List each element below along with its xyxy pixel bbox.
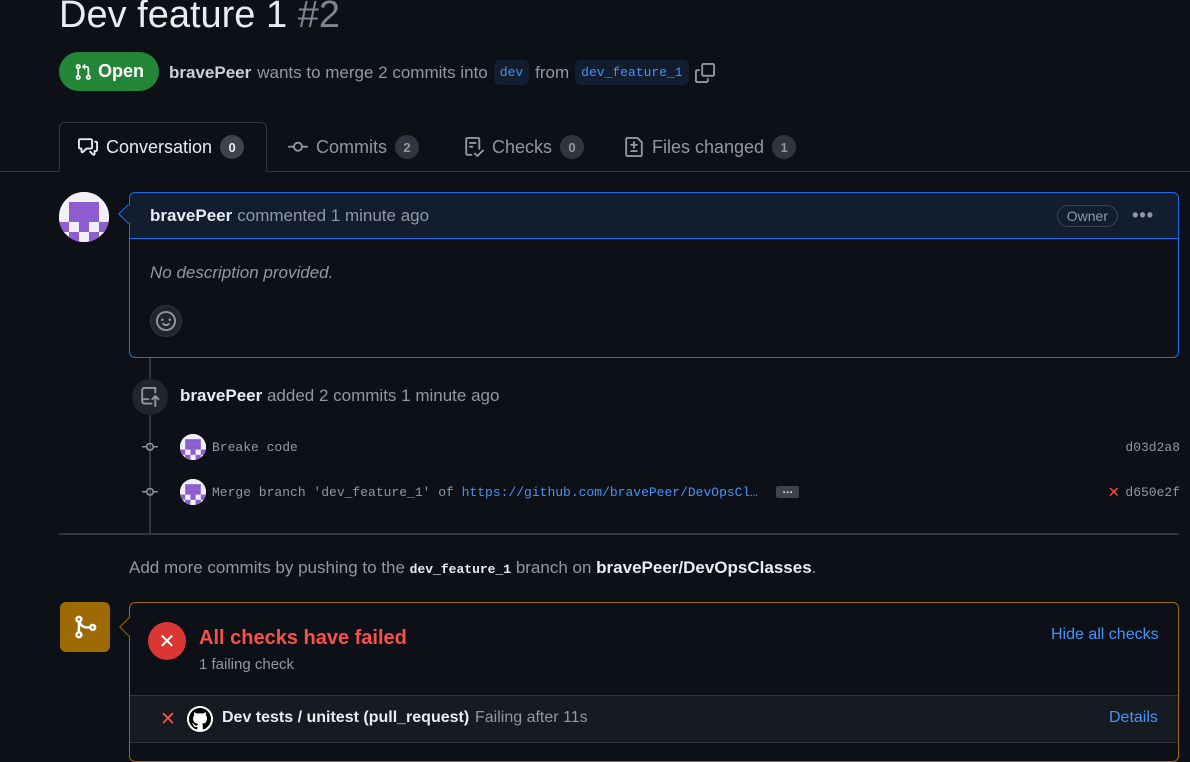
from-text: from [535,62,570,82]
comment-body: No description provided. [150,263,334,282]
tab-files-changed[interactable]: Files changed 1 [606,122,814,172]
git-merge-icon [60,602,110,652]
repo-push-icon [132,379,168,415]
pr-title-text: Dev feature 1 [59,0,288,36]
tab-counter: 1 [772,135,797,159]
avatar[interactable] [180,479,206,505]
tab-label: Files changed [652,136,765,157]
github-icon [187,706,213,732]
checks-title: All checks have failed [199,627,407,649]
x-circle-icon: ✕ [148,622,186,660]
hide-all-checks-button[interactable]: Hide all checks [1051,626,1159,644]
comment-header: bravePeer commented 1 minute ago Owner •… [130,193,1178,239]
push-hint-repo[interactable]: bravePeer/DevOpsClasses [596,558,811,577]
owner-badge: Owner [1056,205,1118,227]
expand-message-button[interactable]: … [776,485,800,498]
commit-sha[interactable]: d03d2a8 [1125,440,1180,455]
tab-counter: 2 [395,135,419,159]
push-hint-prefix: Add more commits by pushing to the [129,558,405,577]
comment-meta[interactable]: commented 1 minute ago [237,206,429,226]
x-icon: ✕ [160,709,176,730]
sha-text[interactable]: d03d2a8 [1125,440,1180,455]
state-badge: Open [59,52,159,91]
tab-counter: 0 [220,135,245,159]
timeline-divider [59,533,1179,535]
add-reaction-button[interactable] [150,305,182,337]
checklist-icon [465,137,484,157]
avatar[interactable] [59,192,109,242]
commit-message-text[interactable]: Merge branch 'dev_feature_1' of [212,485,462,500]
tab-label: Checks [492,136,553,157]
file-diff-icon [625,137,643,157]
push-hint-branch: dev_feature_1 [409,562,512,577]
head-branch[interactable]: dev_feature_1 [575,60,689,85]
push-hint: Add more commits by pushing to the dev_f… [129,558,816,578]
event-author[interactable]: bravePeer [180,386,262,405]
checks-subtitle: 1 failing check [199,656,295,673]
list-item: Merge branch 'dev_feature_1' of https://… [140,479,1180,505]
tab-counter: 0 [560,135,585,159]
push-hint-middle: branch on [515,558,592,577]
check-name: Dev tests / unitest (pull_request) [222,709,470,726]
push-hint-suffix: . [811,558,817,577]
merge-text: wants to merge 2 commits into [257,62,488,82]
commit-sha[interactable]: ✕ d650e2f [1109,481,1180,503]
git-commit-icon [288,141,308,152]
commit-message[interactable]: Merge branch 'dev_feature_1' of https://… [212,485,758,500]
pr-number: #2 [297,0,340,36]
tab-conversation[interactable]: Conversation 0 [59,122,267,172]
tab-commits[interactable]: Commits 2 [270,122,437,172]
pr-author-link[interactable]: bravePeer [169,63,251,83]
event-description: added 2 commits 1 minute ago [266,386,500,405]
git-commit-icon [140,440,160,454]
identicon [59,192,109,242]
avatar[interactable] [180,434,206,460]
tab-label: Conversation [106,136,213,157]
comment-box: bravePeer commented 1 minute ago Owner •… [129,192,1179,358]
comment-author[interactable]: bravePeer [150,206,232,226]
sha-text[interactable]: d650e2f [1125,485,1180,500]
comment-discussion-icon [78,138,98,156]
kebab-menu-icon[interactable]: ••• [1132,205,1154,226]
list-item: Breake code d03d2a8 [140,434,1180,460]
pr-title: Dev feature 1 #2 [59,0,340,37]
git-pull-request-icon [75,63,91,80]
merge-summary: bravePeer wants to merge 2 commits into … [169,60,715,85]
timeline-event: bravePeer added 2 commits 1 minute ago [180,386,499,406]
state-label: Open [97,61,144,81]
tab-checks[interactable]: Checks 0 [446,122,602,172]
check-status: Failing after 11s [475,709,588,726]
base-branch[interactable]: dev [493,60,530,85]
smiley-icon [156,311,176,331]
tab-label: Commits [316,136,387,157]
commit-message-link[interactable]: https://github.com/bravePeer/DevOpsCl… [462,485,758,500]
commit-message[interactable]: Breake code [212,440,298,455]
copy-icon[interactable] [694,62,715,83]
x-icon[interactable]: ✕ [1109,481,1120,503]
git-commit-icon [140,485,160,499]
details-link[interactable]: Details [1109,709,1158,727]
